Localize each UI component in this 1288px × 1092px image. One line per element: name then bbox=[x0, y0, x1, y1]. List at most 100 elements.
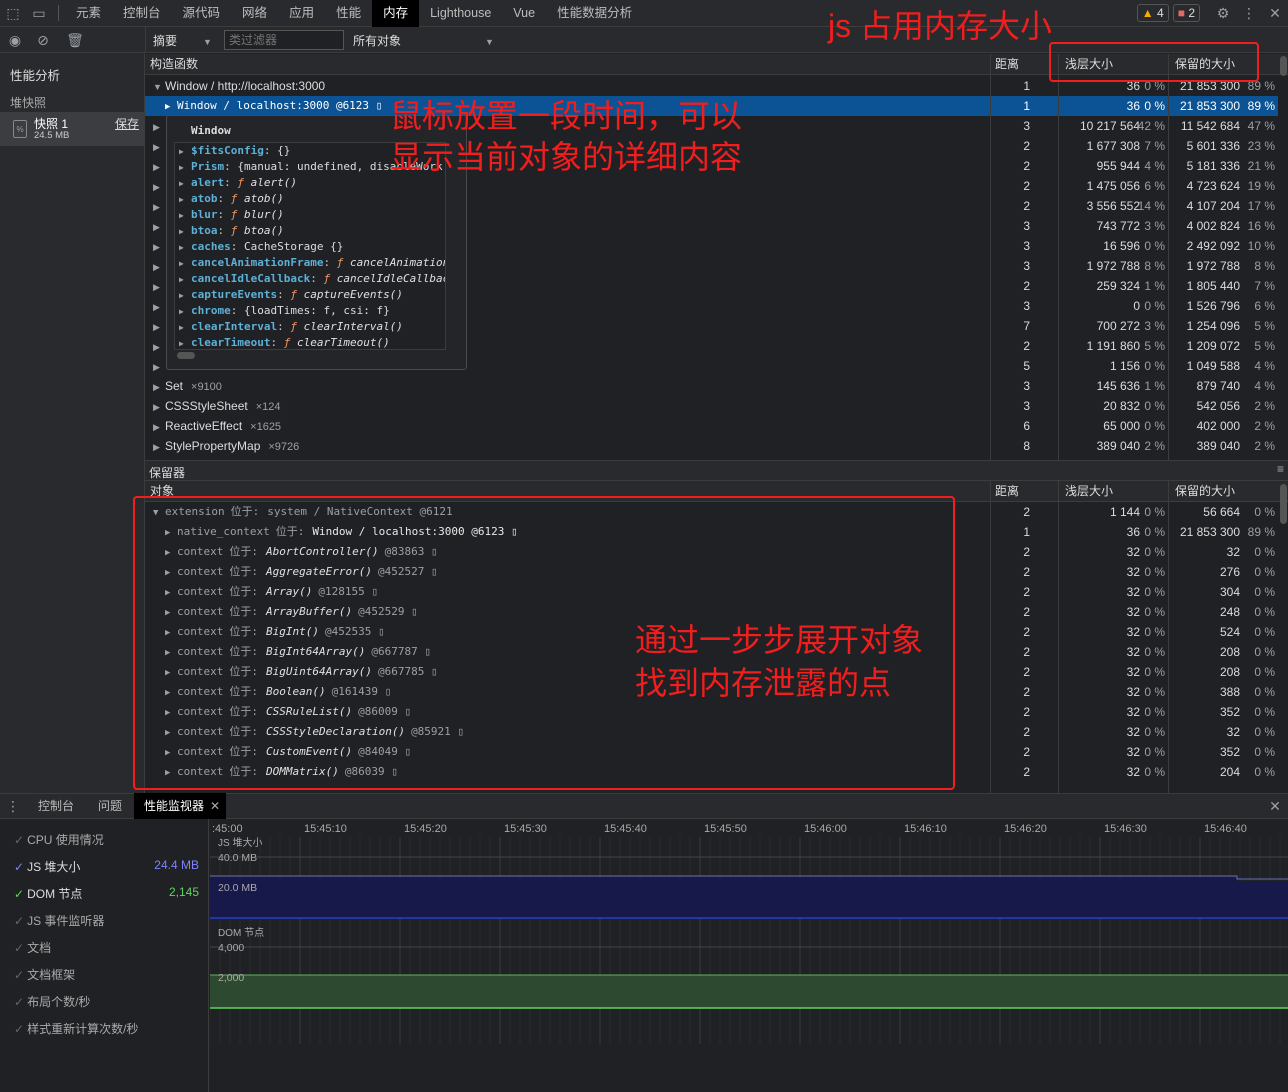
col-retained[interactable]: 保留的大小 bbox=[1175, 481, 1235, 502]
warnings-badge[interactable]: ▲ 4 bbox=[1136, 4, 1169, 22]
drawer-tab-1[interactable]: 问题 bbox=[86, 793, 134, 819]
close-tab-icon[interactable]: ✕ bbox=[210, 799, 220, 813]
expand-toggle-icon[interactable]: ▶ bbox=[179, 272, 191, 287]
expand-toggle-icon[interactable]: ▶ bbox=[153, 437, 165, 457]
popover-property[interactable]: ▶ chrome: {loadTimes: f, csi: f} bbox=[179, 303, 445, 319]
tab-6[interactable]: 内存 bbox=[372, 0, 420, 27]
expand-toggle-icon[interactable]: ▶ bbox=[153, 257, 165, 277]
errors-badge[interactable]: ■ 2 bbox=[1172, 4, 1200, 22]
checkmark-icon[interactable]: ✓ bbox=[14, 914, 24, 928]
tab-2[interactable]: 源代码 bbox=[172, 0, 232, 27]
tab-4[interactable]: 应用 bbox=[278, 0, 325, 27]
expand-toggle-icon[interactable]: ▶ bbox=[153, 397, 165, 417]
metric-1[interactable]: ✓ JS 堆大小 24.4 MB bbox=[14, 858, 199, 876]
retainers-scrollbar[interactable] bbox=[1280, 484, 1287, 524]
menu-icon[interactable]: ≡ bbox=[1277, 462, 1284, 476]
expand-toggle-icon[interactable]: ▶ bbox=[153, 357, 165, 377]
tab-0[interactable]: 元素 bbox=[65, 0, 112, 27]
popover-property[interactable]: ▶ cancelAnimationFrame: ƒ cancelAnimation bbox=[179, 255, 445, 271]
popover-property[interactable]: ▶ alert: ƒ alert() bbox=[179, 175, 445, 191]
checkmark-icon[interactable]: ✓ bbox=[14, 941, 24, 955]
metric-0[interactable]: ✓ CPU 使用情况 bbox=[14, 831, 199, 849]
popover-property[interactable]: ▶ captureEvents: ƒ captureEvents() bbox=[179, 287, 445, 303]
expand-toggle-icon[interactable]: ▶ bbox=[153, 297, 165, 317]
expand-toggle-icon[interactable]: ▶ bbox=[153, 177, 165, 197]
save-link[interactable]: 保存 bbox=[115, 115, 139, 132]
tab-9[interactable]: 性能数据分析 bbox=[546, 0, 643, 27]
device-toolbar-icon[interactable]: ▭ bbox=[26, 5, 52, 22]
popover-property[interactable]: ▶ blur: ƒ blur() bbox=[179, 207, 445, 223]
metric-3[interactable]: ✓ JS 事件监听器 bbox=[14, 912, 199, 930]
expand-toggle-icon[interactable]: ▶ bbox=[153, 117, 165, 137]
metric-4[interactable]: ✓ 文档 bbox=[14, 939, 199, 957]
col-shallow[interactable]: 浅层大小 bbox=[1065, 481, 1113, 502]
popover-property[interactable]: ▶ btoa: ƒ btoa() bbox=[179, 223, 445, 239]
expand-toggle-icon[interactable]: ▶ bbox=[153, 377, 165, 397]
col-distance[interactable]: 距离 bbox=[995, 54, 1019, 75]
expand-toggle-icon[interactable]: ▶ bbox=[153, 277, 165, 297]
heap-row[interactable]: ▶ ReactiveEffect ×1625 6 65 000 0 % 402 000 2 % bbox=[145, 416, 1278, 436]
popover-property[interactable]: ▶ clearTimeout: ƒ clearTimeout() bbox=[179, 335, 445, 349]
checkmark-icon[interactable]: ✓ bbox=[14, 995, 24, 1009]
col-constructor[interactable]: 构造函数 bbox=[150, 54, 198, 75]
expand-toggle-icon[interactable]: ▶ bbox=[153, 417, 165, 437]
expand-toggle-icon[interactable]: ▶ bbox=[179, 240, 191, 255]
heap-row[interactable]: ▶ Set ×9100 3 145 636 1 % 879 740 4 % bbox=[145, 376, 1278, 396]
popover-property[interactable]: ▶ clearInterval: ƒ clearInterval() bbox=[179, 319, 445, 335]
tab-7[interactable]: Lighthouse bbox=[419, 0, 502, 27]
metric-5[interactable]: ✓ 文档框架 bbox=[14, 966, 199, 984]
checkmark-icon[interactable]: ✓ bbox=[14, 1022, 24, 1036]
gear-icon[interactable]: ⚙ bbox=[1210, 5, 1236, 22]
popover-property[interactable]: ▶ cancelIdleCallback: ƒ cancelIdleCallbac bbox=[179, 271, 445, 287]
expand-toggle-icon[interactable]: ▶ bbox=[179, 144, 191, 159]
heap-row[interactable]: ▶ StylePropertyMap ×9726 8 389 040 2 % 389 040… bbox=[145, 436, 1278, 456]
expand-toggle-icon[interactable]: ▶ bbox=[179, 304, 191, 319]
view-select[interactable]: 摘要 ▼ bbox=[153, 32, 212, 49]
objects-select[interactable]: 所有对象 ▼ bbox=[353, 32, 494, 49]
inspect-element-icon[interactable]: ⬚ bbox=[0, 5, 26, 22]
heap-row[interactable]: ▶ CSSStyleSheet ×124 3 20 832 0 % 542 056 2 % bbox=[145, 396, 1278, 416]
record-icon[interactable]: ◉ bbox=[2, 32, 28, 49]
heap-scrollbar[interactable] bbox=[1280, 56, 1287, 76]
expand-toggle-icon[interactable]: ▶ bbox=[179, 256, 191, 271]
expand-toggle-icon[interactable]: ▶ bbox=[153, 157, 165, 177]
popover-property[interactable]: ▶ atob: ƒ atob() bbox=[179, 191, 445, 207]
col-distance[interactable]: 距离 bbox=[995, 481, 1019, 502]
expand-toggle-icon[interactable]: ▶ bbox=[179, 176, 191, 191]
expand-toggle-icon[interactable]: ▶ bbox=[153, 317, 165, 337]
checkmark-icon[interactable]: ✓ bbox=[14, 887, 24, 901]
expand-toggle-icon[interactable]: ▶ bbox=[179, 288, 191, 303]
checkmark-icon[interactable]: ✓ bbox=[14, 860, 24, 874]
expand-toggle-icon[interactable]: ▶ bbox=[165, 97, 177, 117]
expand-toggle-icon[interactable]: ▶ bbox=[153, 237, 165, 257]
trash-icon[interactable]: 🗑 bbox=[62, 32, 88, 49]
popover-scrollbar[interactable] bbox=[177, 352, 195, 359]
close-drawer-icon[interactable]: ✕ bbox=[1262, 798, 1288, 815]
tab-3[interactable]: 网络 bbox=[231, 0, 278, 27]
metric-6[interactable]: ✓ 布局个数/秒 bbox=[14, 993, 199, 1011]
drawer-tab-2[interactable]: 性能监视器 ✕ bbox=[134, 793, 227, 819]
expand-toggle-icon[interactable]: ▶ bbox=[179, 224, 191, 239]
expand-toggle-icon[interactable]: ▼ bbox=[153, 77, 165, 97]
expand-toggle-icon[interactable]: ▶ bbox=[153, 337, 165, 357]
snapshot-item[interactable]: % 快照 1 24.5 MB 保存 bbox=[0, 112, 144, 146]
clear-icon[interactable]: ⊘ bbox=[30, 32, 56, 49]
more-icon[interactable]: ⋮ bbox=[1236, 5, 1262, 22]
tab-8[interactable]: Vue bbox=[502, 0, 546, 27]
expand-toggle-icon[interactable]: ▶ bbox=[179, 208, 191, 223]
tab-5[interactable]: 性能 bbox=[325, 0, 372, 27]
drawer-menu-icon[interactable]: ⋮ bbox=[0, 798, 26, 815]
expand-toggle-icon[interactable]: ▶ bbox=[153, 217, 165, 237]
metric-7[interactable]: ✓ 样式重新计算次数/秒 bbox=[14, 1020, 199, 1038]
metric-2[interactable]: ✓ DOM 节点 2,145 bbox=[14, 885, 199, 903]
popover-property[interactable]: ▶ caches: CacheStorage {} bbox=[179, 239, 445, 255]
expand-toggle-icon[interactable]: ▶ bbox=[179, 320, 191, 335]
drawer-tab-0[interactable]: 控制台 bbox=[26, 793, 86, 819]
close-icon[interactable]: ✕ bbox=[1262, 5, 1288, 22]
class-filter-input[interactable] bbox=[224, 30, 344, 50]
expand-toggle-icon[interactable]: ▶ bbox=[179, 336, 191, 349]
expand-toggle-icon[interactable]: ▶ bbox=[153, 197, 165, 217]
tab-1[interactable]: 控制台 bbox=[112, 0, 172, 27]
checkmark-icon[interactable]: ✓ bbox=[14, 968, 24, 982]
expand-toggle-icon[interactable]: ▶ bbox=[153, 137, 165, 157]
